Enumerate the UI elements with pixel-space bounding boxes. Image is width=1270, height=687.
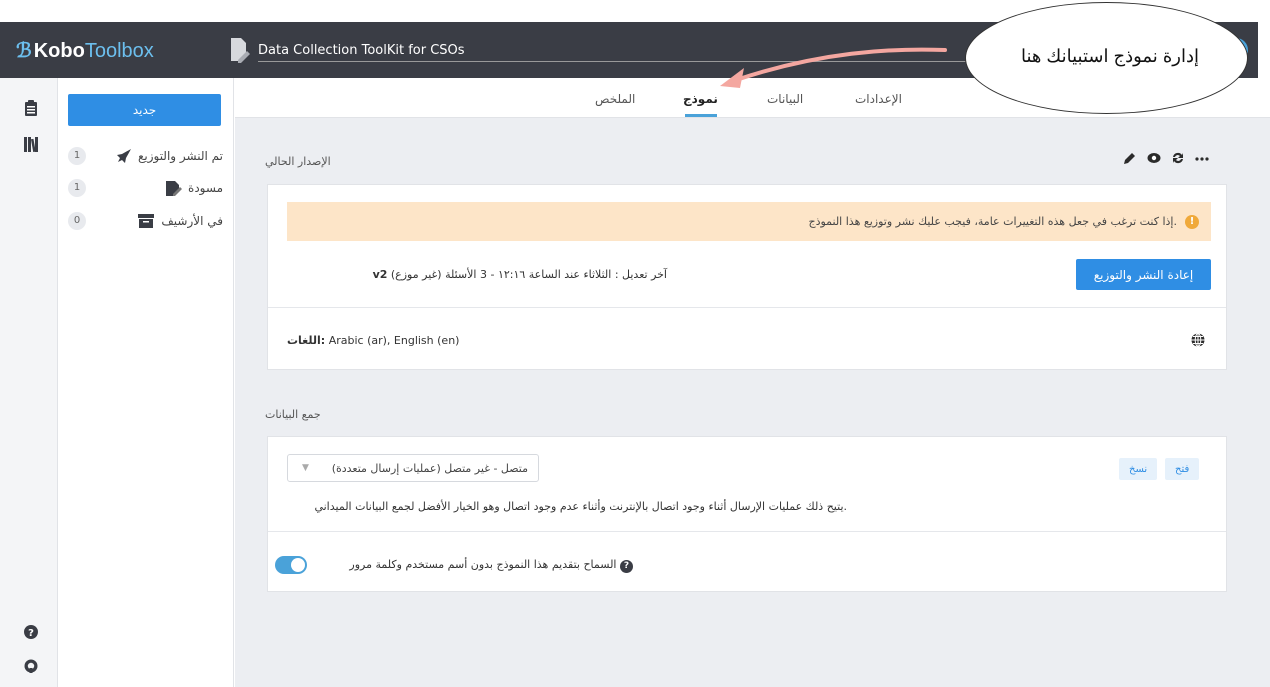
rocket-icon — [116, 149, 131, 163]
annotation-arrow — [720, 47, 947, 88]
count-badge: 0 — [68, 212, 86, 230]
icon-rail: ? — [0, 78, 58, 687]
copy-link-button[interactable]: نسخ — [1119, 458, 1158, 480]
deploy-status: (غير موزع) — [390, 268, 442, 281]
new-button[interactable]: جديد — [68, 94, 221, 126]
archive-icon — [138, 214, 155, 228]
github-icon[interactable] — [24, 658, 38, 674]
open-link-button[interactable]: فتح — [1165, 458, 1200, 480]
redeploy-button[interactable]: إعادة النشر والتوزيع — [1076, 259, 1211, 290]
anonymous-submission-row: ? السماح بتقديم هذا النموذج بدون أسم مست… — [313, 558, 633, 573]
globe-icon[interactable] — [1191, 333, 1205, 347]
sidebar: جديد تم النشر والتوزيع 1 مسودة 1 في الأر… — [58, 78, 234, 687]
collection-mode-select[interactable]: متصل - غير متصل (عمليات إرسال متعددة) ▼ — [287, 454, 539, 482]
library-icon[interactable] — [24, 136, 38, 152]
main-content: الإعدادات البيانات نموذج الملخص الإصدار … — [235, 78, 1270, 687]
replace-icon[interactable] — [1171, 151, 1185, 165]
current-version-title: الإصدار الحالي — [265, 155, 331, 168]
sidebar-item-label: تم النشر والتوزيع — [137, 149, 223, 163]
warning-text: .إذا كنت ترغب في جعل هذه التغييرات عامة،… — [808, 215, 1177, 228]
anonymous-submission-label: السماح بتقديم هذا النموذج بدون أسم مستخد… — [349, 558, 617, 571]
divider — [268, 531, 1226, 532]
edit-icon[interactable] — [1123, 151, 1137, 165]
sidebar-item-label: في الأرشيف — [161, 214, 223, 228]
sidebar-item-draft[interactable]: مسودة 1 — [68, 176, 223, 200]
help-icon[interactable]: ? — [620, 560, 633, 573]
count-badge: 1 — [68, 179, 86, 197]
sidebar-item-label: مسودة — [188, 181, 223, 195]
count-badge: 1 — [68, 147, 86, 165]
anonymous-submission-toggle[interactable] — [275, 556, 307, 574]
data-collection-title: جمع البيانات — [265, 408, 321, 421]
unpublished-warning: ! .إذا كنت ترغب في جعل هذه التغييرات عام… — [287, 202, 1211, 241]
chevron-down-icon: ▼ — [302, 463, 309, 473]
collection-mode-description: .يتيح ذلك عمليات الإرسال أثناء وجود اتصا… — [314, 500, 847, 513]
preview-eye-icon[interactable] — [1147, 151, 1161, 165]
active-tab-indicator — [685, 114, 717, 117]
divider — [268, 307, 1226, 308]
tab-summary[interactable]: الملخص — [595, 92, 635, 106]
warning-icon: ! — [1185, 214, 1199, 229]
collection-mode-value: متصل - غير متصل (عمليات إرسال متعددة) — [331, 461, 528, 475]
version-info: آخر تعديل : الثلاثاء عند الساعة ١٢:١٦ - … — [287, 268, 667, 281]
help-icon[interactable]: ? — [24, 624, 38, 640]
languages-label: اللغات: — [287, 334, 326, 347]
sidebar-item-deployed[interactable]: تم النشر والتوزيع 1 — [68, 144, 223, 168]
form-actions — [1123, 151, 1209, 165]
languages-value: Arabic (ar), English (en) — [328, 334, 460, 347]
version-number: v2 — [372, 268, 388, 281]
forms-icon[interactable] — [24, 100, 38, 116]
form-edit-icon — [231, 38, 250, 63]
sidebar-item-archived[interactable]: في الأرشيف 0 — [68, 209, 223, 233]
languages-line: اللغات: Arabic (ar), English (en) — [287, 334, 487, 347]
svg-text:?: ? — [28, 628, 34, 639]
draft-icon — [166, 181, 183, 196]
last-modified-text: آخر تعديل : الثلاثاء عند الساعة ١٢:١٦ - … — [445, 268, 667, 281]
kobo-logo[interactable]: ℬ KoboToolbox — [16, 38, 154, 63]
more-options-icon[interactable] — [1195, 151, 1209, 165]
annotation-text: إدارة نموذج استبيانك هنا — [1021, 46, 1199, 66]
